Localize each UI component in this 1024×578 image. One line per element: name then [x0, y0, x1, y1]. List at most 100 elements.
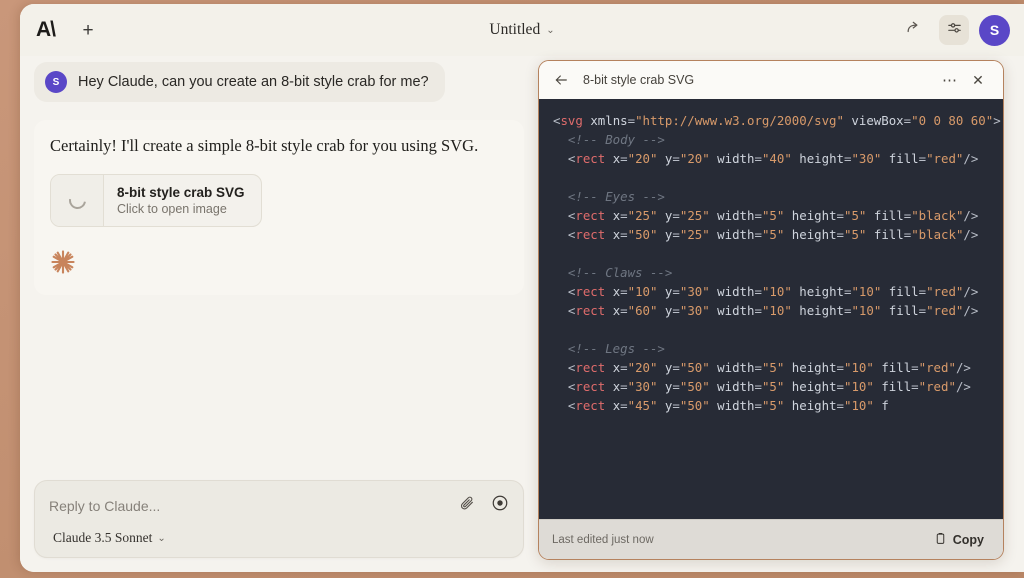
code-token-attr: width: [709, 398, 755, 413]
code-token-punc: =: [672, 379, 680, 394]
user-message-text: Hey Claude, can you create an 8-bit styl…: [78, 73, 429, 90]
composer-model-row: Claude 3.5 Sonnet ⌄: [49, 528, 513, 548]
code-token-punc: =: [620, 208, 628, 223]
copy-button[interactable]: Copy: [928, 528, 990, 552]
artifact-panel-header-actions: ⋯ ✕: [938, 68, 990, 92]
code-token-str: "0 0 80 60": [911, 113, 994, 128]
code-token-str: "http://www.w3.org/2000/svg": [635, 113, 844, 128]
code-token-punc: />: [963, 151, 979, 166]
code-token-str: "10": [851, 303, 882, 318]
code-token-punc: =: [836, 398, 845, 413]
code-token-str: "50": [679, 398, 710, 413]
code-token-attr: width: [709, 151, 755, 166]
code-token-tag: rect: [575, 284, 606, 299]
code-token-str: "10": [761, 303, 792, 318]
code-token-str: "30": [679, 303, 710, 318]
code-token-attr: width: [709, 227, 755, 242]
artifact-close-button[interactable]: ✕: [966, 68, 990, 92]
code-token-attr: height: [784, 379, 837, 394]
artifact-more-button[interactable]: ⋯: [938, 68, 962, 92]
document-title-label: Untitled: [489, 21, 541, 38]
code-token-punc: <: [553, 208, 576, 223]
code-token-punc: <: [553, 379, 576, 394]
code-token-punc: <: [553, 227, 576, 242]
code-token-punc: =: [620, 398, 628, 413]
code-token-punc: =: [754, 360, 762, 375]
code-token-str: "25": [627, 208, 658, 223]
code-token-attr: width: [709, 379, 755, 394]
clipboard-icon: [934, 532, 947, 548]
reply-input[interactable]: [49, 495, 453, 516]
code-token-punc: <: [553, 284, 576, 299]
code-token-str: "40": [761, 151, 792, 166]
code-token-str: "5": [844, 208, 867, 223]
share-button[interactable]: [899, 15, 929, 45]
sliders-icon: [946, 19, 963, 41]
app-window: A\ + Untitled ⌄ S S Hey Claude, can you …: [20, 4, 1024, 572]
user-avatar[interactable]: S: [979, 14, 1010, 46]
workspace: S Hey Claude, can you create an 8-bit st…: [20, 56, 1024, 572]
chevron-down-icon: ⌄: [546, 24, 555, 36]
code-line: <rect x="20" y="20" width="40" height="3…: [553, 151, 978, 166]
code-token-com: <!-- Eyes -->: [553, 189, 665, 204]
code-token-punc: =: [754, 303, 762, 318]
code-token-punc: =: [836, 227, 845, 242]
code-token-str: "30": [851, 151, 882, 166]
artifact-card-meta: 8-bit style crab SVG Click to open image: [104, 175, 261, 226]
artifact-panel: 8-bit style crab SVG ⋯ ✕ <svg xmlns="htt…: [538, 60, 1004, 560]
code-token-tag: rect: [575, 227, 606, 242]
code-token-str: "20": [679, 151, 710, 166]
artifact-panel-title: 8-bit style crab SVG: [583, 73, 695, 87]
code-token-str: "red": [926, 284, 964, 299]
artifact-panel-footer: Last edited just now Copy: [539, 519, 1003, 559]
claude-starburst-icon: [50, 249, 76, 275]
code-token-punc: =: [754, 208, 762, 223]
code-token-tag: rect: [575, 151, 606, 166]
code-token-str: "60": [627, 303, 658, 318]
code-line: <rect x="30" y="50" width="5" height="10…: [553, 379, 971, 394]
message-thread: S Hey Claude, can you create an 8-bit st…: [20, 56, 538, 480]
code-token-str: "5": [844, 227, 867, 242]
code-token-punc: >: [993, 113, 1001, 128]
code-line: <!-- Body -->: [553, 132, 665, 147]
code-token-attr: y: [657, 360, 673, 375]
model-selector[interactable]: Claude 3.5 Sonnet ⌄: [49, 528, 170, 548]
titlebar-left-group: A\ +: [32, 17, 101, 43]
code-token-attr: x: [605, 379, 621, 394]
code-token-punc: =: [620, 303, 628, 318]
code-token-punc: =: [620, 227, 628, 242]
code-token-str: "50": [679, 360, 710, 375]
code-token-str: "red": [926, 303, 964, 318]
new-chat-button[interactable]: +: [75, 17, 101, 43]
code-token-attr: x: [605, 227, 621, 242]
record-circle-icon: [491, 494, 509, 517]
titlebar-center-group: Untitled ⌄: [20, 18, 1024, 42]
code-token-punc: />: [955, 379, 971, 394]
capture-button[interactable]: [486, 492, 513, 519]
code-token-tag: rect: [575, 379, 606, 394]
code-token-attr: x: [605, 303, 621, 318]
code-token-attr: xmlns: [582, 113, 628, 128]
attach-file-button[interactable]: [453, 492, 480, 519]
anthropic-logo-icon: A\: [36, 18, 56, 41]
code-token-punc: =: [672, 227, 680, 242]
composer-area: Claude 3.5 Sonnet ⌄: [20, 480, 538, 572]
settings-button[interactable]: [939, 15, 969, 45]
code-token-punc: =: [620, 360, 628, 375]
code-token-punc: =: [754, 379, 762, 394]
code-token-punc: =: [911, 360, 919, 375]
code-token-attr: width: [709, 303, 755, 318]
artifact-back-button[interactable]: [549, 68, 573, 92]
code-token-punc: =: [620, 151, 628, 166]
code-token-punc: =: [672, 284, 680, 299]
code-token-attr: height: [791, 151, 844, 166]
code-token-attr: fill: [873, 360, 912, 375]
code-viewer[interactable]: <svg xmlns="http://www.w3.org/2000/svg" …: [539, 99, 1003, 519]
code-token-tag: rect: [575, 360, 606, 375]
code-token-punc: />: [963, 208, 979, 223]
last-edited-label: Last edited just now: [552, 533, 654, 546]
assistant-message-text: Certainly! I'll create a simple 8-bit st…: [50, 136, 479, 155]
artifact-card[interactable]: 8-bit style crab SVG Click to open image: [50, 173, 262, 227]
code-token-str: "red": [918, 360, 956, 375]
document-title-dropdown[interactable]: Untitled ⌄: [481, 18, 562, 42]
